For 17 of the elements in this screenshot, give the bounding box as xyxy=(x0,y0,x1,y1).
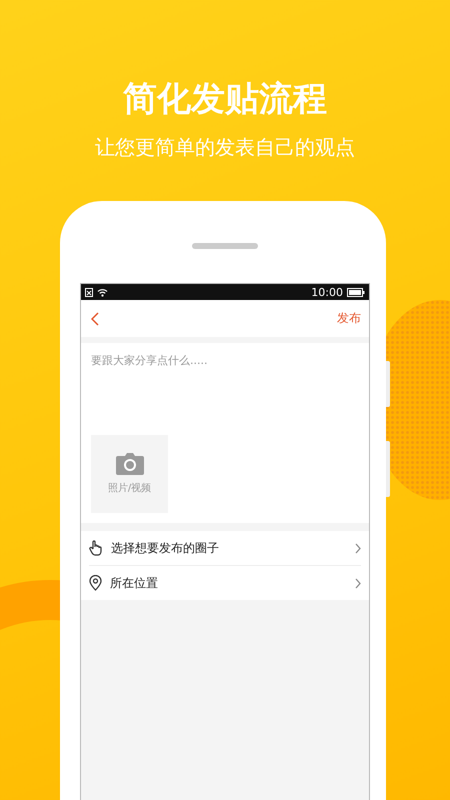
option-label[interactable]: 所在位置 xyxy=(110,574,347,592)
camera-icon xyxy=(116,453,144,475)
back-icon[interactable] xyxy=(91,312,99,326)
headline: 简化发贴流程 xyxy=(123,78,327,121)
subheadline: 让您更简单的发表自己的观点 xyxy=(95,134,355,161)
location-pin-icon xyxy=(89,575,102,591)
chevron-right-icon xyxy=(355,542,361,554)
publish-button[interactable]: 发布 xyxy=(337,310,361,327)
status-time: 10:00 xyxy=(311,286,343,298)
option-label[interactable]: 选择想要发布的圈子 xyxy=(111,540,347,556)
sim-icon xyxy=(85,288,93,296)
wifi-icon xyxy=(97,288,108,296)
post-input-field[interactable]: 要跟大家分享点什么..... xyxy=(81,343,369,435)
chevron-right-icon xyxy=(355,578,361,588)
speaker-slot xyxy=(192,243,258,249)
battery-icon xyxy=(347,288,365,296)
pointing-hand-icon xyxy=(89,540,103,556)
